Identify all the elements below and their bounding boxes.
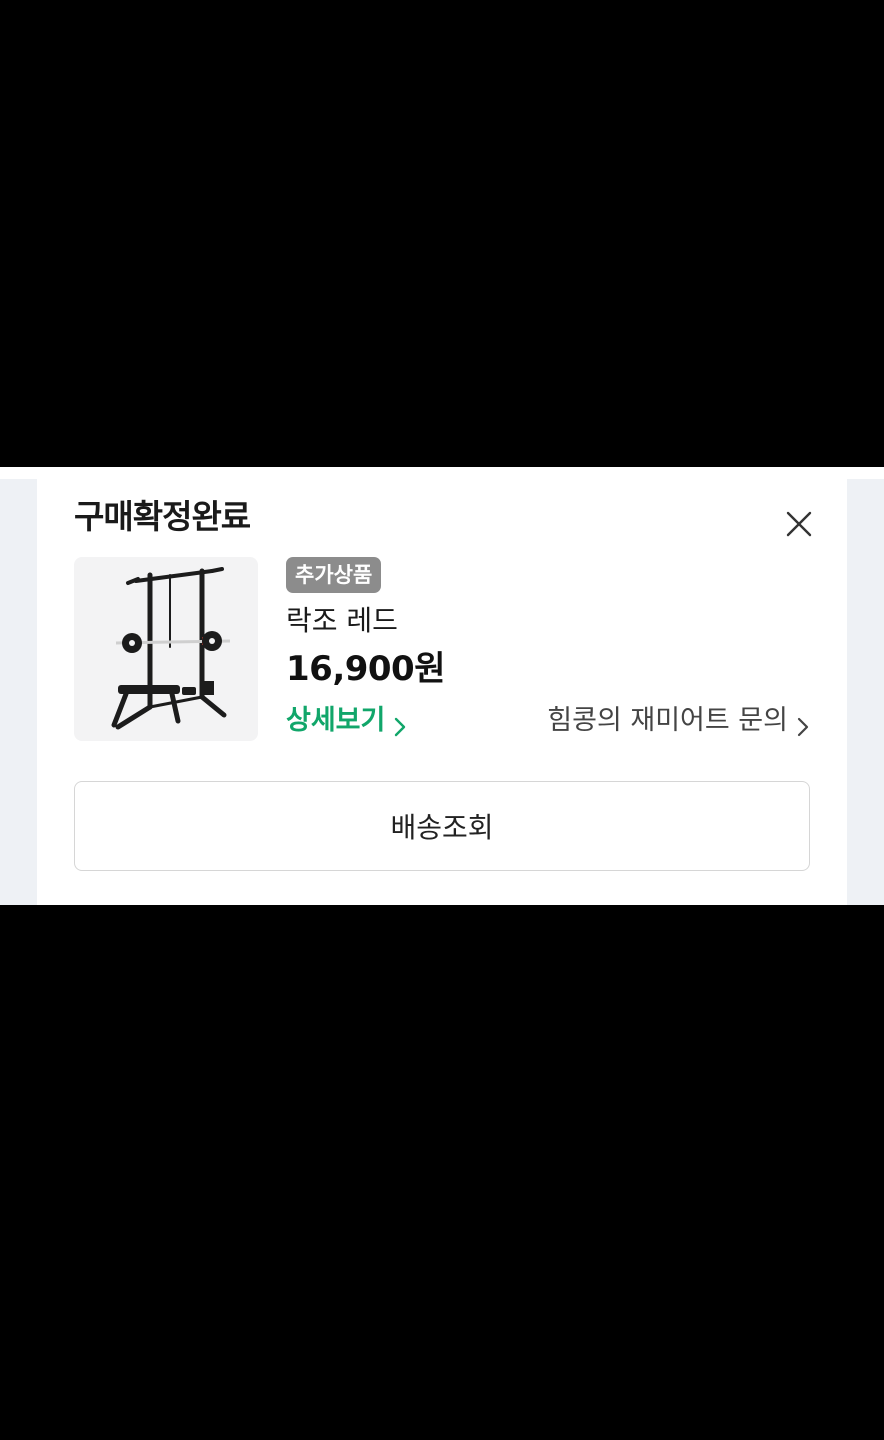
- view-details-link[interactable]: 상세보기: [286, 701, 407, 741]
- letterbox-top: [0, 0, 884, 467]
- product-price: 16,900원: [286, 649, 445, 689]
- modal-title: 구매확정완료: [74, 497, 251, 536]
- chevron-right-icon: [393, 710, 407, 737]
- seller-inquiry-link[interactable]: 힘콩의 재미어트 문의: [547, 701, 810, 741]
- track-shipping-button[interactable]: 배송조회: [74, 781, 810, 871]
- header-divider: [0, 467, 884, 479]
- close-button[interactable]: [782, 507, 816, 541]
- seller-inquiry-label: 힘콩의 재미어트 문의: [547, 705, 788, 736]
- squat-rack-image: [111, 567, 231, 730]
- content-band: 구매확정완료 추가상품 락조 레드 16,900원 상세보기 힘콩의 재미어트 …: [0, 467, 884, 905]
- purchase-confirmed-card: 구매확정완료 추가상품 락조 레드 16,900원 상세보기 힘콩의 재미어트 …: [37, 479, 847, 905]
- product-name: 락조 레드: [286, 604, 398, 637]
- close-icon: [786, 511, 812, 537]
- additional-product-badge: 추가상품: [286, 557, 382, 593]
- letterbox-bottom: [0, 905, 884, 1440]
- view-details-label: 상세보기: [286, 705, 386, 736]
- product-thumbnail[interactable]: [74, 557, 258, 741]
- chevron-right-icon: [796, 710, 810, 737]
